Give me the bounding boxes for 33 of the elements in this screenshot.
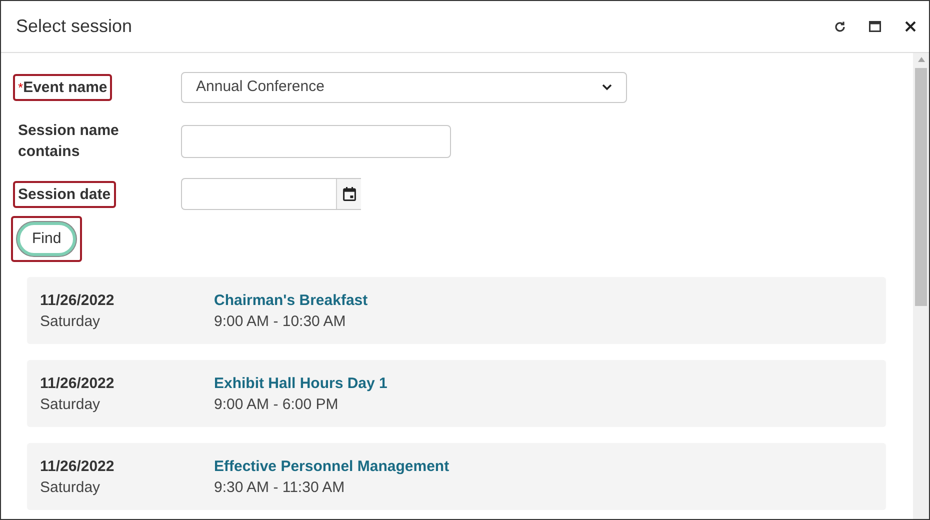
find-button[interactable]: Find (17, 222, 76, 256)
calendar-icon (342, 187, 356, 201)
session-weekday: Saturday (40, 395, 102, 415)
session-time: 9:00 AM - 6:00 PM (214, 395, 340, 415)
session-card[interactable]: 11/26/2022 Saturday Effective Personnel Management 9:30 AM - 11:30 AM (27, 443, 886, 510)
field-label: Session name contains (17, 121, 120, 162)
session-name-link[interactable]: Chairman's Breakfast (214, 290, 368, 311)
session-date: 11/26/2022 (40, 457, 116, 477)
calendar-button[interactable] (336, 179, 361, 209)
session-weekday: Saturday (40, 478, 102, 498)
field-label: Session date (13, 180, 116, 208)
select-value: Annual Conference (196, 77, 324, 98)
session-name-link[interactable]: Effective Personnel Management (214, 456, 450, 477)
chevron-down-icon (602, 84, 612, 91)
scrollbar[interactable] (913, 53, 929, 519)
close-icon (904, 21, 916, 32)
field-label: *Event name (13, 74, 112, 101)
date-field[interactable] (181, 178, 361, 210)
session-weekday: Saturday (40, 312, 102, 332)
window-title: Select session (16, 15, 132, 38)
scroll-up-icon[interactable] (918, 57, 924, 62)
session-name-link[interactable]: Exhibit Hall Hours Day 1 (214, 373, 388, 394)
scrollbar-thumb[interactable] (915, 68, 927, 306)
session-date: 11/26/2022 (40, 291, 116, 311)
session-card[interactable]: 11/26/2022 Saturday Exhibit Hall Hours Day 1 9:00 AM - 6:00 PM (27, 360, 886, 427)
session-date: 11/26/2022 (40, 374, 116, 394)
session-name-field[interactable] (181, 124, 451, 158)
maximize-icon (869, 21, 881, 32)
session-card[interactable]: 11/26/2022 Saturday Chairman's Breakfast 9:00 AM - 10:30 AM (27, 277, 886, 344)
event-select[interactable]: Annual Conference (181, 72, 627, 103)
refresh-icon (834, 20, 846, 32)
session-time: 9:00 AM - 10:30 AM (214, 312, 347, 332)
session-time: 9:30 AM - 11:30 AM (214, 478, 346, 498)
